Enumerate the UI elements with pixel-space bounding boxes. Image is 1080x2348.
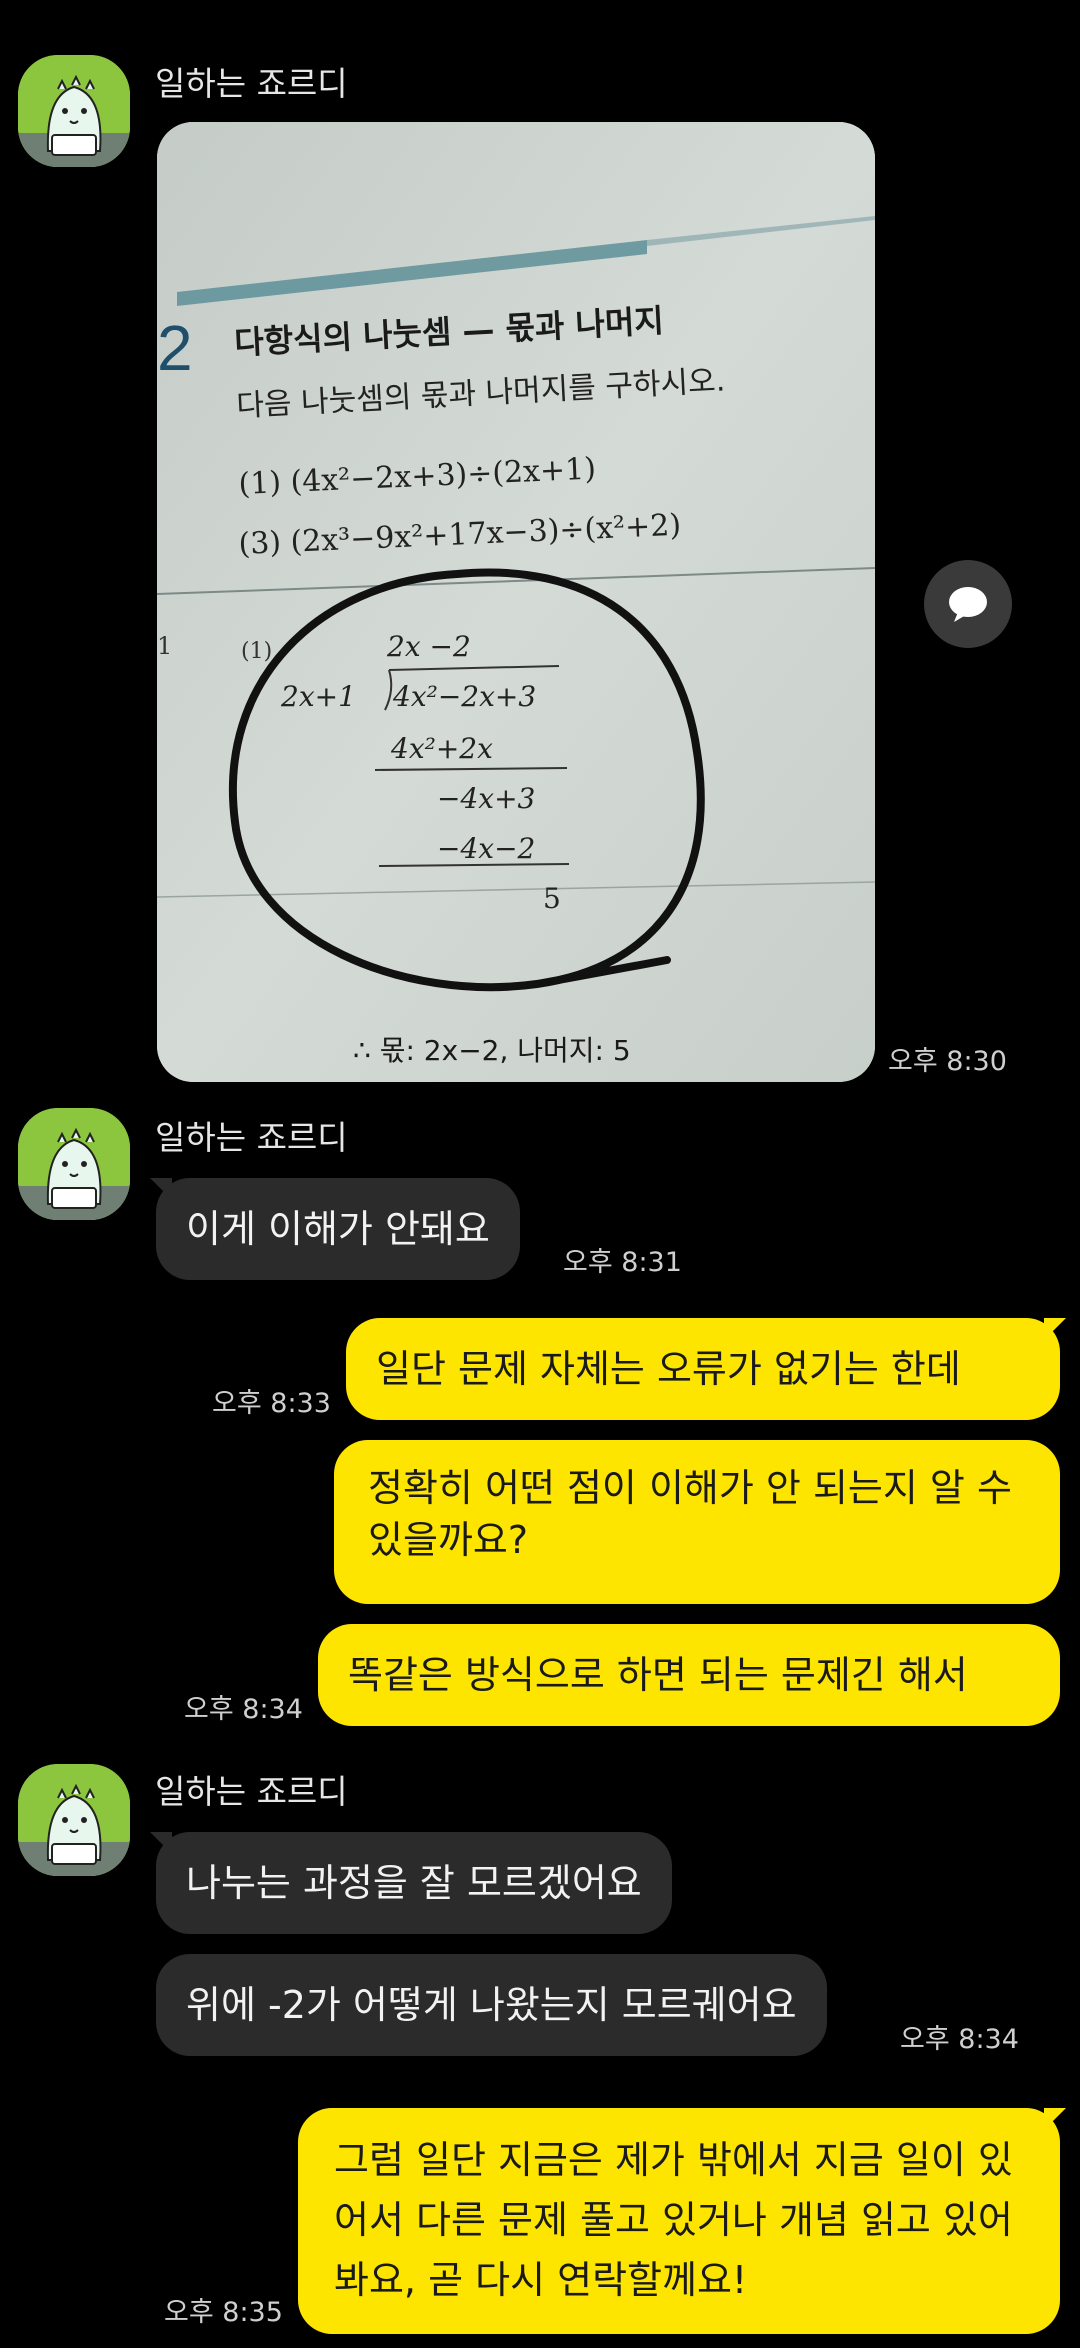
message-text: 그럼 일단 지금은 제가 밖에서 지금 일이 있어서 다른 문제 풀고 있거나 … — [334, 2138, 1013, 2302]
message-time: 오후 8:33 — [212, 1388, 331, 1419]
share-button[interactable] — [924, 560, 1012, 648]
message-text: 똑같은 방식으로 하면 되는 문제긴 해서 — [348, 1653, 968, 1697]
message-time: 오후 8:35 — [164, 2297, 283, 2328]
photo-remainder: 5 — [543, 882, 561, 915]
message-time: 오후 8:31 — [563, 1247, 682, 1278]
jordy-character-icon — [18, 1108, 130, 1220]
message-text: 정확히 어떤 점이 이해가 안 되는지 알 수 있을까요? — [368, 1466, 1012, 1562]
photo-solution-label: (1) — [241, 639, 272, 664]
message-bubble-outgoing[interactable]: 그럼 일단 지금은 제가 밖에서 지금 일이 있어서 다른 문제 풀고 있거나 … — [298, 2108, 1066, 2334]
photo-step-2: −4x+3 — [437, 782, 535, 815]
message-bubble-outgoing[interactable]: 일단 문제 자체는 오류가 없기는 한데 — [346, 1318, 1066, 1420]
photo-left-marker: 1 — [157, 632, 172, 660]
jordy-character-icon — [18, 1764, 130, 1876]
photo-step-3: −4x−2 — [437, 832, 535, 865]
photo-section-number: 2 — [157, 312, 193, 384]
sender-name: 일하는 죠르디 — [155, 1118, 348, 1157]
jordy-character-icon — [18, 55, 130, 167]
photo-step-1: 4x²+2x — [390, 732, 493, 765]
message-bubble-outgoing[interactable]: 정확히 어떤 점이 이해가 안 되는지 알 수 있을까요? — [334, 1440, 1060, 1604]
photo-divisor: 2x+1 — [280, 680, 356, 713]
textbook-photo: 2 다항식의 나눗셈 — 몫과 나머지 다음 나눗셈의 몫과 나머지를 구하시오… — [157, 122, 875, 1082]
avatar[interactable] — [18, 1764, 130, 1876]
avatar[interactable] — [18, 1108, 130, 1220]
message-bubble-incoming[interactable]: 나누는 과정을 잘 모르겠어요 — [150, 1832, 672, 1934]
message-text: 위에 -2가 어떻게 나왔는지 모르궤어요 — [186, 1983, 797, 2027]
photo-answer: ∴ 몫: 2x−2, 나머지: 5 — [353, 1034, 631, 1067]
message-time: 오후 8:34 — [184, 1694, 303, 1725]
sender-name: 일하는 죠르디 — [155, 64, 348, 103]
photo-quotient: 2x −2 — [386, 630, 471, 663]
sender-name: 일하는 죠르디 — [155, 1772, 348, 1811]
photo-attachment[interactable]: 2 다항식의 나눗셈 — 몫과 나머지 다음 나눗셈의 몫과 나머지를 구하시오… — [157, 122, 875, 1082]
speech-bubble-icon — [949, 587, 987, 622]
message-bubble-incoming[interactable]: 위에 -2가 어떻게 나왔는지 모르궤어요 — [156, 1954, 827, 2056]
photo-dividend: 4x²−2x+3 — [392, 680, 536, 713]
message-text: 이게 이해가 안돼요 — [186, 1207, 490, 1251]
avatar[interactable] — [18, 55, 130, 167]
message-time: 오후 8:30 — [888, 1046, 1007, 1077]
message-text: 나누는 과정을 잘 모르겠어요 — [186, 1861, 642, 1905]
message-time: 오후 8:34 — [900, 2024, 1019, 2055]
message-bubble-incoming[interactable]: 이게 이해가 안돼요 — [150, 1178, 520, 1280]
message-text: 일단 문제 자체는 오류가 없기는 한데 — [376, 1347, 961, 1391]
message-bubble-outgoing[interactable]: 똑같은 방식으로 하면 되는 문제긴 해서 — [318, 1624, 1060, 1726]
